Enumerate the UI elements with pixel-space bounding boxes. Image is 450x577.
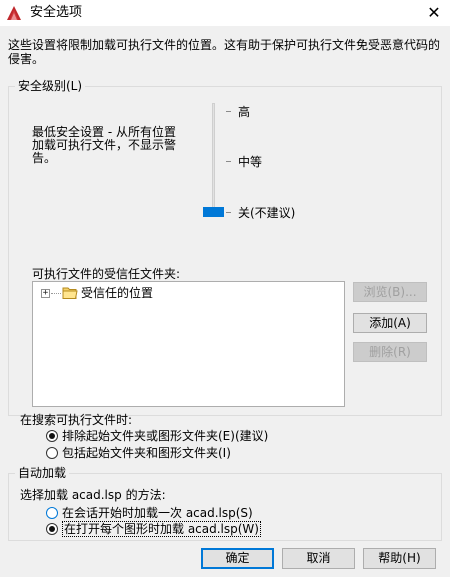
tree-connector bbox=[51, 293, 61, 294]
radio-button-include[interactable] bbox=[46, 447, 58, 459]
autocad-logo-icon bbox=[7, 6, 21, 20]
folder-icon bbox=[62, 287, 78, 299]
delete-button[interactable]: 删除(R) bbox=[353, 342, 427, 362]
help-button[interactable]: 帮助(H) bbox=[363, 548, 436, 569]
search-options-label: 在搜索可执行文件时: bbox=[20, 413, 133, 427]
browse-button[interactable]: 浏览(B)... bbox=[353, 282, 427, 302]
security-level-description: 最低安全设置 - 从所有位置加载可执行文件，不显示警告。 bbox=[32, 125, 177, 165]
radio-load-once-label: 在会话开始时加载一次 acad.lsp(S) bbox=[62, 506, 253, 520]
trusted-folders-label: 可执行文件的受信任文件夹: bbox=[32, 267, 181, 281]
level-medium-label: 中等 bbox=[238, 155, 263, 169]
radio-load-each-label: 在打开每个图形时加载 acad.lsp(W) bbox=[62, 521, 261, 537]
ok-button[interactable]: 确定 bbox=[201, 548, 274, 569]
level-high-label: 高 bbox=[238, 105, 251, 119]
autoload-method-label: 选择加载 acad.lsp 的方法: bbox=[20, 488, 166, 502]
close-icon: ✕ bbox=[427, 3, 441, 22]
slider-tick bbox=[226, 212, 231, 213]
radio-load-each-text: 在打开每个图形时加载 acad.lsp(W) bbox=[62, 521, 261, 537]
security-slider-thumb[interactable] bbox=[203, 207, 224, 217]
close-button[interactable]: ✕ bbox=[422, 2, 446, 24]
radio-button-exclude[interactable] bbox=[46, 430, 58, 442]
slider-tick bbox=[226, 111, 231, 112]
window-title: 安全选项 bbox=[30, 5, 83, 20]
radio-exclude-label: 排除起始文件夹或图形文件夹(E)(建议) bbox=[62, 429, 269, 443]
add-button[interactable]: 添加(A) bbox=[353, 313, 427, 333]
cancel-button[interactable]: 取消 bbox=[282, 548, 355, 569]
radio-button-load-once[interactable] bbox=[46, 507, 58, 519]
radio-include-label: 包括起始文件夹和图形文件夹(I) bbox=[62, 446, 231, 460]
slider-tick bbox=[226, 161, 231, 162]
tree-item-label: 受信任的位置 bbox=[81, 286, 154, 300]
security-slider-track[interactable] bbox=[212, 103, 215, 217]
trusted-folders-tree[interactable]: + 受信任的位置 bbox=[32, 281, 345, 407]
level-off-label: 关(不建议) bbox=[238, 206, 296, 220]
security-level-label: 安全级别(L) bbox=[15, 79, 86, 93]
dialog-description: 这些设置将限制加载可执行文件的位置。这有助于保护可执行文件免受恶意代码的侵害。 bbox=[8, 38, 441, 66]
autoload-group-label: 自动加载 bbox=[15, 466, 70, 480]
expand-icon[interactable]: + bbox=[41, 289, 50, 298]
title-bar: 安全选项 ✕ bbox=[0, 0, 450, 26]
radio-button-load-each[interactable] bbox=[46, 523, 58, 535]
